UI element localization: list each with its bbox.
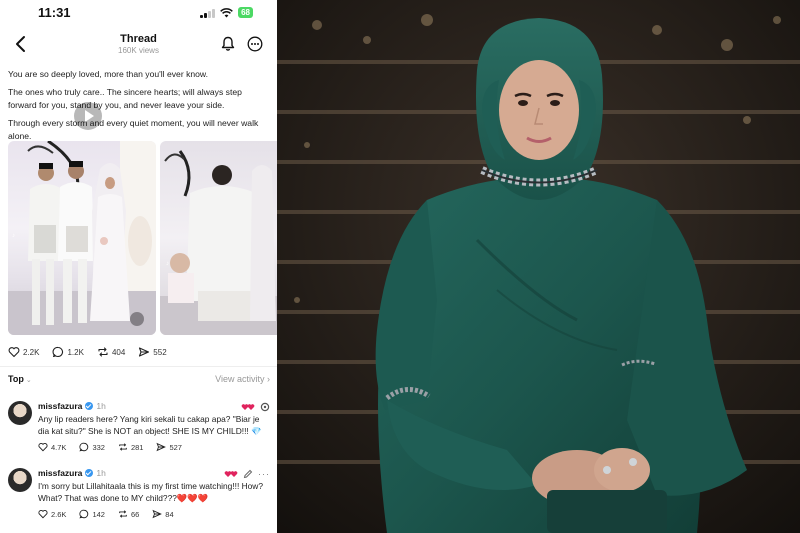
repost-icon — [119, 443, 127, 451]
share-icon — [139, 347, 150, 357]
like-button[interactable]: 2.6K — [38, 509, 66, 519]
share-icon — [152, 509, 163, 519]
battery-indicator: 68 — [238, 7, 253, 18]
share-button[interactable]: 527 — [156, 442, 182, 452]
sort-dropdown[interactable]: Top ⌄ — [8, 374, 32, 384]
heart-icon — [8, 347, 20, 358]
like-button[interactable]: 2.2K — [8, 346, 39, 358]
status-icons: 68 — [200, 7, 253, 18]
status-time: 11:31 — [38, 5, 71, 20]
repost-button[interactable]: 281 — [118, 442, 144, 452]
play-icon[interactable] — [74, 102, 102, 130]
heart-icon — [38, 442, 48, 452]
repost-icon — [119, 510, 127, 518]
wedding-scene-illustration — [8, 141, 156, 335]
status-bar: 11:31 68 — [0, 0, 277, 24]
more-icon[interactable] — [247, 36, 263, 52]
share-button[interactable]: 552 — [138, 346, 167, 358]
more-icon[interactable]: ··· — [258, 469, 270, 479]
share-icon — [156, 442, 167, 452]
avatar[interactable] — [8, 401, 32, 425]
sort-label: Top — [8, 374, 24, 384]
reply-count: 332 — [92, 442, 105, 452]
comment-text: I'm sorry but Lillahitaala this is my fi… — [38, 481, 264, 503]
comment-text: Any lip readers here? Yang kiri sekali t… — [38, 414, 262, 436]
repost-count: 404 — [111, 347, 126, 357]
bell-icon[interactable] — [220, 36, 236, 52]
tiktok-watermark: ♪ — [12, 233, 15, 239]
comment-actions: 4.7K 332 281 527 — [38, 442, 268, 452]
like-count: 2.6K — [51, 509, 67, 519]
comment-username[interactable]: missfazura — [38, 468, 82, 478]
view-activity-label: View activity — [215, 374, 265, 384]
like-count: 4.7K — [51, 442, 67, 452]
post-video-2[interactable]: ♪ — [160, 141, 277, 335]
reply-icon — [79, 442, 89, 452]
wedding-scene-illustration-2 — [160, 150, 277, 335]
divider — [0, 366, 277, 367]
replies-sort-row: Top ⌄ View activity › — [8, 374, 270, 388]
mute-icon[interactable] — [130, 312, 144, 326]
repost-count: 281 — [130, 442, 144, 452]
woman-in-green-hijab-illustration — [277, 0, 800, 533]
reply-button[interactable]: 142 — [79, 509, 105, 519]
reply-button[interactable]: 332 — [79, 442, 105, 452]
comment-badges — [241, 402, 270, 412]
tiktok-watermark: ♪ — [166, 261, 169, 267]
edit-icon[interactable] — [243, 469, 253, 479]
chevron-down-icon: ⌄ — [25, 377, 32, 384]
repost-button[interactable]: 66 — [118, 509, 139, 519]
post-paragraph: You are so deeply loved, more than you'l… — [8, 69, 209, 79]
comment-badges: ··· — [224, 469, 270, 479]
comment-time: 1h — [96, 468, 106, 478]
post-actions: 2.2K 1.2K 404 552 — [8, 346, 180, 358]
post-video-1[interactable]: ♪ — [8, 141, 156, 335]
reply-count: 1.2K — [67, 347, 84, 357]
reaction-hearts-icon — [241, 404, 255, 410]
heart-icon — [38, 509, 48, 519]
share-count: 84 — [165, 509, 174, 519]
comment-header: missfazura 1h — [38, 401, 268, 411]
like-button[interactable]: 4.7K — [38, 442, 66, 452]
comment-body: missfazura 1h Any lip readers here? Yang… — [38, 401, 268, 452]
post-paragraph: Through every storm and every quiet mome… — [8, 118, 259, 141]
reply-icon — [52, 346, 64, 358]
threads-app-screenshot: 11:31 68 Thread 160K views You are so de… — [0, 0, 277, 533]
post-text: You are so deeply loved, more than you'l… — [8, 68, 270, 148]
repost-icon — [98, 347, 108, 357]
post-paragraph: The ones who truly care.. The sincere he… — [8, 87, 242, 110]
repost-button[interactable]: 404 — [97, 346, 125, 358]
comment-actions: 2.6K 142 66 84 — [38, 509, 268, 519]
thread-header: Thread 160K views — [0, 28, 277, 62]
verified-icon — [85, 469, 94, 477]
like-count: 2.2K — [23, 347, 40, 357]
view-activity-link[interactable]: View activity › — [215, 374, 270, 384]
threads-logo-icon — [260, 402, 270, 412]
reaction-hearts-icon — [224, 471, 238, 477]
reply-button[interactable]: 1.2K — [52, 346, 84, 358]
repost-count: 66 — [130, 509, 140, 519]
share-button[interactable]: 84 — [152, 509, 174, 519]
reply-icon — [79, 509, 89, 519]
share-count: 527 — [169, 442, 182, 452]
avatar[interactable] — [8, 468, 32, 492]
reply-count: 142 — [92, 509, 105, 519]
signal-icon — [200, 8, 216, 18]
portrait-photo — [277, 0, 800, 533]
share-count: 552 — [153, 347, 167, 357]
comment-time: 1h — [96, 401, 106, 411]
comment-username[interactable]: missfazura — [38, 401, 82, 411]
verified-icon — [85, 402, 94, 410]
wifi-icon — [220, 7, 233, 17]
